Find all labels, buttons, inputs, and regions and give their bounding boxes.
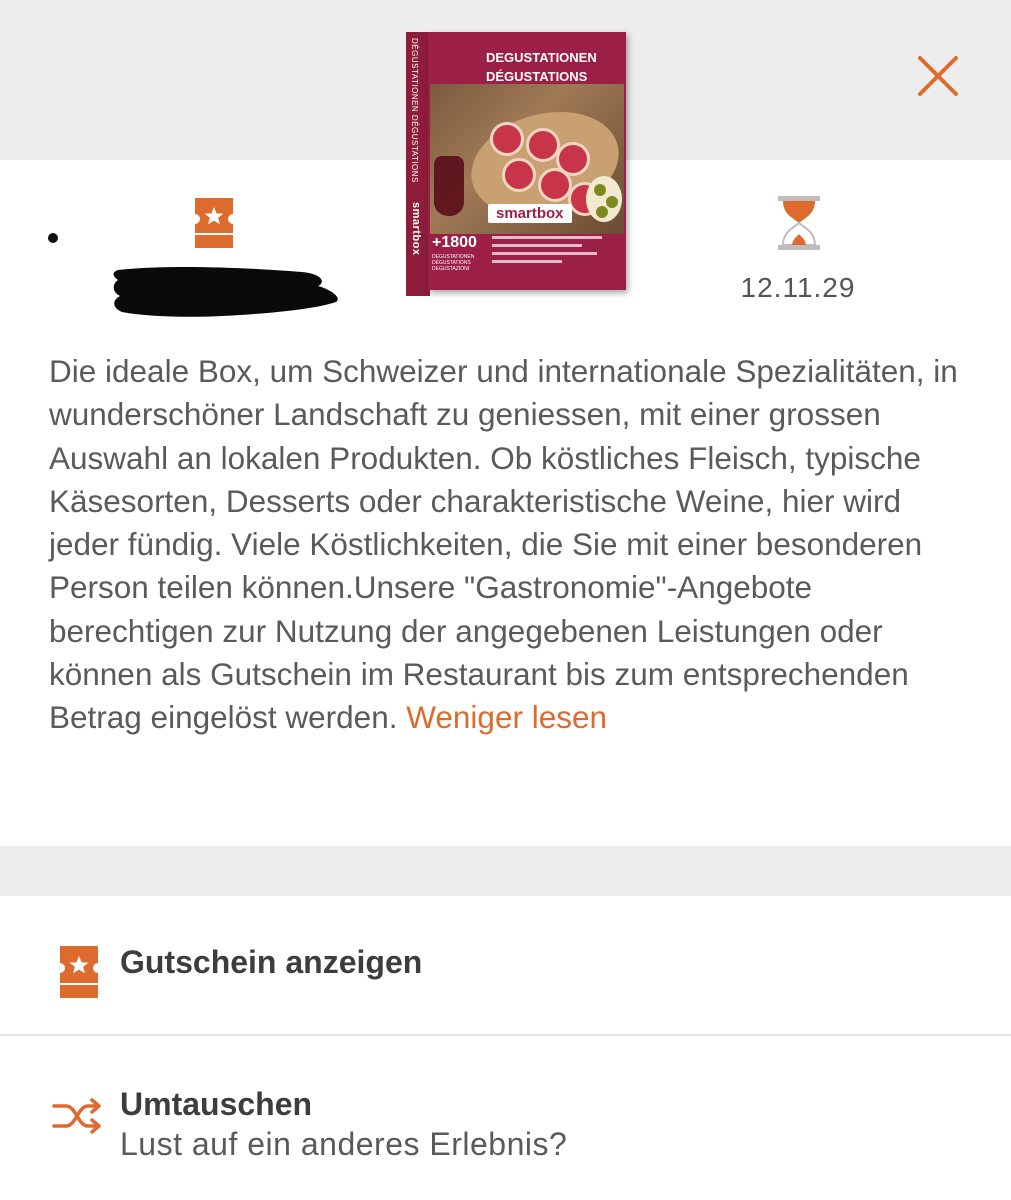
spine-text: DÉGUSTATIONEN DÉGUSTATIONS	[410, 38, 419, 183]
bullet-dot	[48, 233, 58, 243]
description-body: Die ideale Box, um Schweizer und interna…	[49, 353, 958, 736]
exchange-label: Umtauschen	[120, 1086, 313, 1122]
voucher-icon	[60, 946, 98, 998]
voucher-icon	[195, 198, 233, 248]
box-spine: DÉGUSTATIONEN DÉGUSTATIONS smartbox	[406, 32, 430, 296]
redacted-name	[113, 266, 338, 317]
description-text: Die ideale Box, um Schweizer und interna…	[49, 350, 969, 740]
box-fine-print	[492, 236, 612, 268]
close-icon	[918, 56, 958, 96]
close-button[interactable]	[914, 52, 962, 100]
count-badge-sub: DEGUSTATIONEN DÉGUSTATIONS DEGUSTAZIONI	[432, 254, 475, 272]
box-title-line1: DEGUSTATIONEN	[486, 50, 597, 65]
section-separator	[0, 846, 1011, 896]
exchange-subtitle: Lust auf ein anderes Erlebnis?	[120, 1126, 568, 1162]
show-voucher-button[interactable]: Gutschein anzeigen	[0, 896, 1011, 1034]
show-voucher-label: Gutschein anzeigen	[120, 944, 423, 980]
box-title: DEGUSTATIONEN DÉGUSTATIONS	[486, 48, 597, 86]
spine-brand: smartbox	[410, 202, 422, 256]
count-badge: +1800	[432, 234, 477, 251]
hourglass-icon	[778, 196, 820, 250]
product-image: DÉGUSTATIONEN DÉGUSTATIONS smartbox DEGU…	[370, 24, 630, 296]
exchange-button[interactable]: Umtauschen Lust auf ein anderes Erlebnis…	[0, 1036, 1011, 1200]
expiry-date: 12.11.29	[740, 272, 856, 303]
read-less-link[interactable]: Weniger lesen	[406, 699, 607, 735]
shuffle-icon	[52, 1096, 104, 1136]
brand-logo: smartbox	[488, 204, 572, 223]
